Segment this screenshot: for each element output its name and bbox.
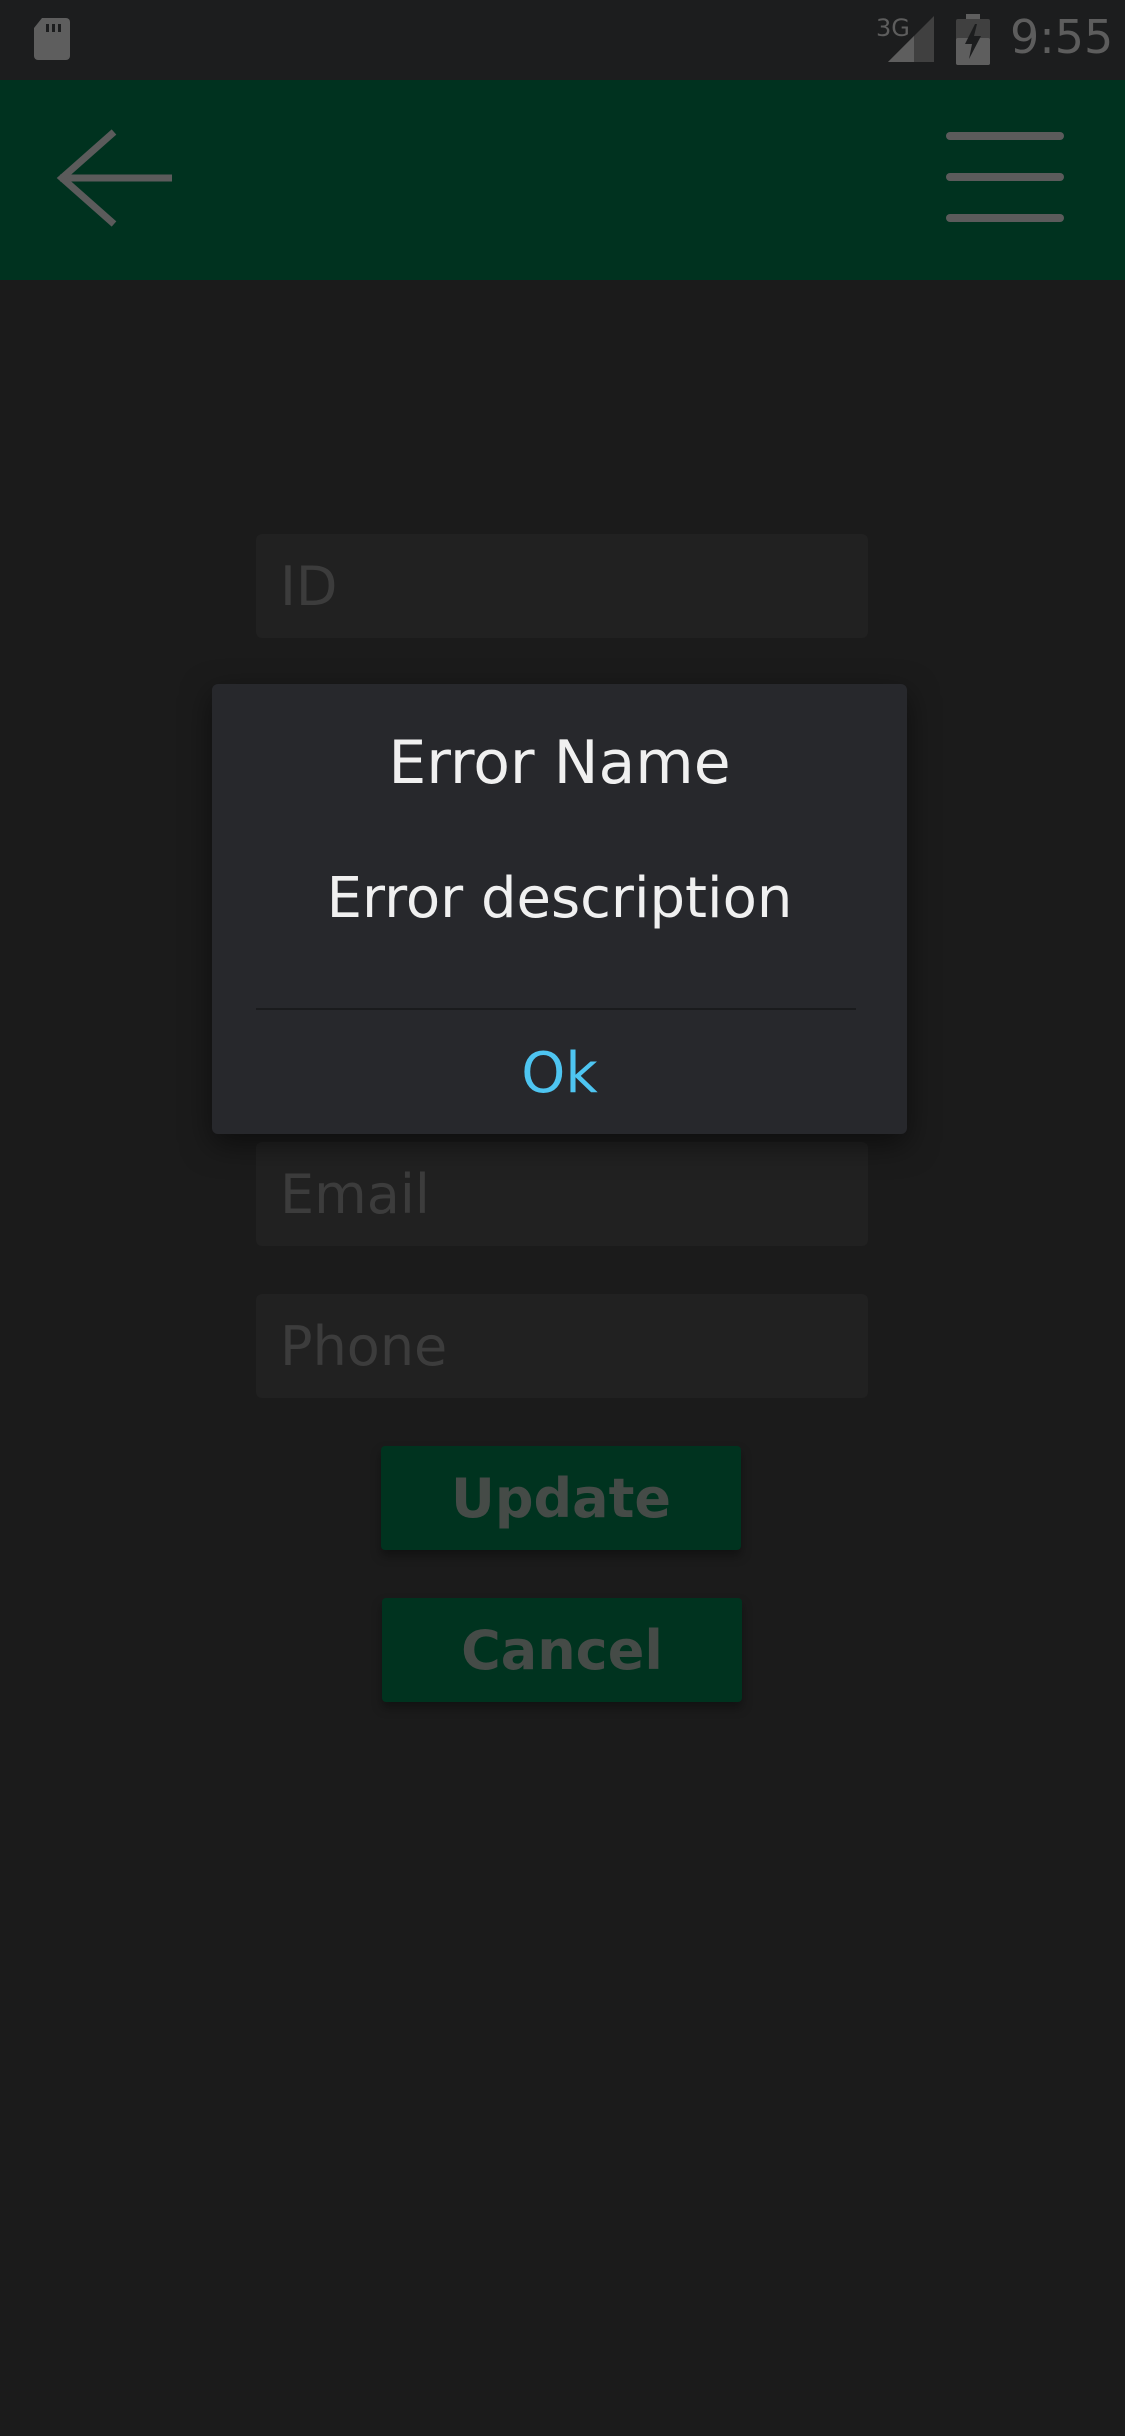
status-bar: 3G 9:55 — [0, 0, 1125, 80]
dialog-divider — [256, 1008, 856, 1010]
dialog-title: Error Name — [388, 728, 731, 798]
sd-card-icon — [34, 18, 70, 60]
id-field[interactable] — [256, 534, 868, 638]
dialog-message: Error description — [326, 866, 793, 931]
email-field[interactable] — [256, 1142, 868, 1246]
screen: 3G 9:55 Update Cancel Error Name — [0, 0, 1125, 2436]
app-bar — [0, 80, 1125, 280]
dialog-ok-button[interactable]: Ok — [212, 1012, 907, 1134]
cancel-button[interactable]: Cancel — [382, 1598, 742, 1702]
hamburger-menu-icon[interactable] — [940, 122, 1070, 232]
phone-field[interactable] — [256, 1294, 868, 1398]
error-dialog: Error Name Error description Ok — [212, 684, 907, 1134]
clock: 9:55 — [1010, 10, 1114, 64]
update-button[interactable]: Update — [381, 1446, 741, 1550]
network-type-label: 3G — [876, 14, 910, 42]
phone-input[interactable] — [278, 1313, 868, 1379]
back-arrow-icon[interactable] — [52, 120, 182, 240]
battery-charging-icon — [956, 14, 990, 65]
id-input[interactable] — [278, 553, 868, 619]
email-input[interactable] — [278, 1161, 868, 1227]
